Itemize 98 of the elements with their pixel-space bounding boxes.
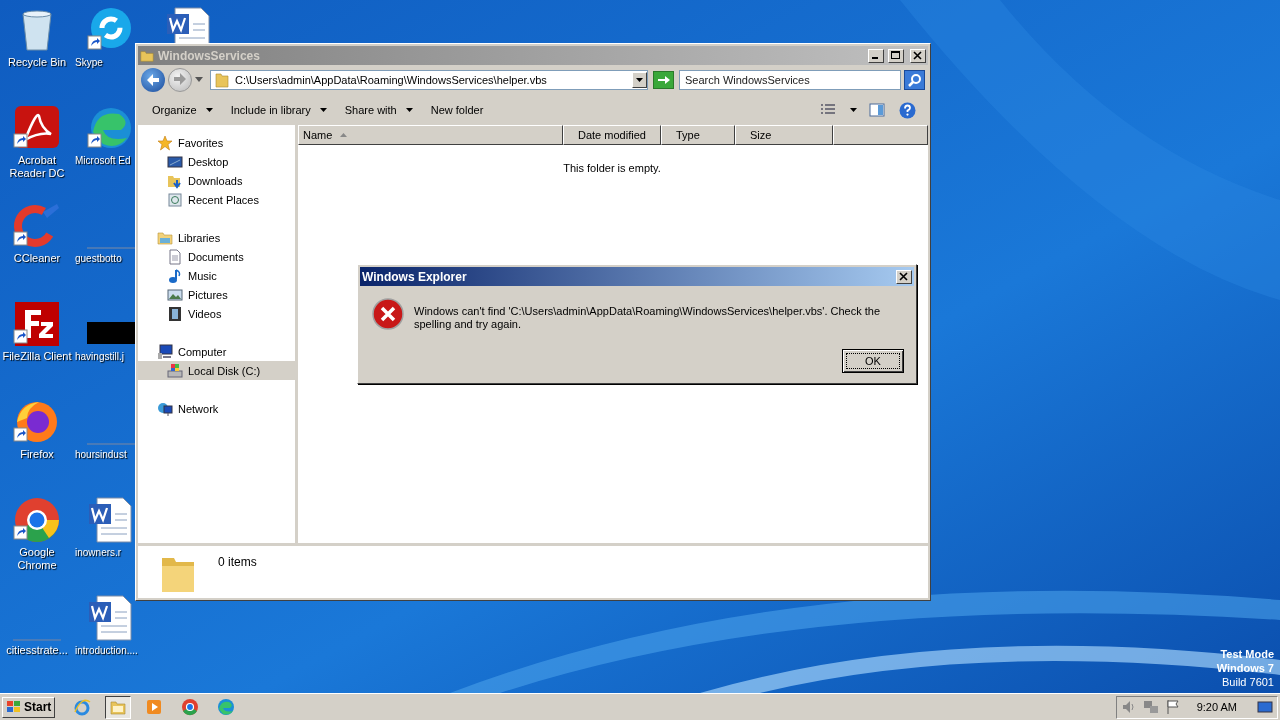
sidebar-item[interactable]: Network [138,399,295,418]
desktop-icon-label[interactable]: Acrobat Reader DC [1,154,73,180]
caret-icon [205,108,213,112]
column-header[interactable]: Date modified [563,125,661,145]
desktop-icon-label[interactable]: Recycle Bin [1,56,73,69]
folder-icon [109,698,128,716]
toolbar-button[interactable]: Include in library [222,101,335,119]
folder-icon [140,48,154,63]
desktop-icon-label[interactable]: inowners.r [75,546,122,559]
desktop-icon-label[interactable]: hoursindust [75,448,127,461]
go-button[interactable] [653,71,674,89]
caret-icon [319,108,327,112]
column-header[interactable]: Type [661,125,735,145]
ok-button[interactable]: OK [842,349,904,373]
browser-icon [73,698,92,716]
picture-icon [167,286,183,303]
column-header[interactable]: Size [735,125,833,145]
desktop-icon-label[interactable]: guestbotto [75,252,122,265]
app-icon[interactable] [13,300,61,348]
windows-logo-icon [6,700,22,714]
desktop-icon-label[interactable]: Skype [75,56,103,69]
search-icon [907,73,922,87]
app-icon[interactable] [13,202,61,250]
sidebar-item[interactable]: Libraries [138,228,295,247]
item-count: 0 items [218,555,257,569]
desktop-icon-label[interactable]: citiesstrate... [1,644,73,657]
film-icon [167,305,183,322]
close-icon [899,272,909,281]
taskbar-app-button[interactable] [105,695,132,719]
sidebar-item[interactable]: Local Disk (C:) [138,361,295,380]
app-icon[interactable] [13,496,61,544]
error-message: Windows can't find 'C:\Users\admin\AppData\Roaming\WindowsServices\helper.vbs'. Check the spelling and try again. [414,305,882,331]
address-field[interactable]: C:\Users\admin\AppData\Roaming\WindowsServices\helper.vbs [210,70,648,90]
back-button[interactable] [141,68,165,92]
browser-icon [181,698,200,716]
flag-icon[interactable] [1164,699,1181,715]
desktop-icon-label[interactable]: Microsoft Ed [75,154,131,167]
caret-icon [405,108,413,112]
dialog-title: Windows Explorer [362,269,468,284]
sidebar-item[interactable]: Music [138,266,295,285]
document-icon [167,248,183,265]
network-icon [157,400,173,417]
toolbar-button[interactable]: Share with [336,101,421,119]
dropdown-button[interactable] [632,72,647,88]
desktop-icon-label[interactable]: FileZilla Client [1,350,73,363]
sidebar-item[interactable]: Videos [138,304,295,323]
desktop-icon-label[interactable]: CCleaner [1,252,73,265]
os-build-text: Windows 7 [1216,661,1274,675]
sort-arrow-icon [340,133,348,137]
os-build-text: Test Mode [1220,647,1274,661]
sidebar-item[interactable]: Desktop [138,152,295,171]
show-desktop-icon[interactable] [1257,699,1273,715]
browser-icon [217,698,236,716]
help-icon[interactable] [899,101,916,119]
minimize-button[interactable] [868,48,884,63]
search-button[interactable] [904,70,925,90]
play-icon [145,698,164,716]
clock[interactable]: 9:20 AM [1196,701,1237,713]
arrow-icon [656,75,671,85]
desktop-icon-label[interactable]: Firefox [1,448,73,461]
monitor-icon [167,153,183,170]
error-icon [372,298,404,330]
sidebar-item[interactable]: Documents [138,247,295,266]
sidebar-item[interactable]: Recent Places [138,190,295,209]
maximize-icon [891,51,901,60]
sidebar-item[interactable]: Pictures [138,285,295,304]
sidebar-item[interactable]: Favorites [138,133,295,152]
column-header[interactable]: Name [298,125,563,145]
toolbar-button[interactable]: Organize [144,101,221,119]
computer-icon [157,343,173,360]
document-icon[interactable] [87,594,135,642]
sidebar-item[interactable]: Downloads [138,171,295,190]
window-title: WindowsServices [158,48,261,63]
forward-arrow-icon [174,72,186,85]
search-field[interactable]: Search WindowsServices [679,70,901,90]
desktop-icon-label[interactable]: introduction.... [75,644,138,657]
os-build-text: Build 7601 [1222,675,1274,689]
star-icon [157,134,173,151]
desktop-icon-label[interactable]: havingstill.j [75,350,124,363]
caret-icon[interactable] [850,108,857,112]
document-icon[interactable] [87,496,135,544]
maximize-button[interactable] [888,48,904,63]
view-list-icon[interactable] [820,103,836,117]
toolbar-button[interactable]: New folder [422,101,492,119]
sidebar-item[interactable]: Computer [138,342,295,361]
folder-icon [215,72,229,88]
drive-icon [167,362,183,379]
music-note-icon [167,267,183,284]
preview-pane-icon[interactable] [869,102,885,118]
start-button[interactable]: Start [2,696,56,718]
close-button[interactable] [910,48,926,63]
recent-places-icon [167,191,183,208]
close-button[interactable] [896,269,912,284]
desktop-icon-label[interactable]: Google Chrome [1,546,73,572]
close-icon [913,51,923,60]
caret-icon [636,78,643,82]
library-folder-icon [157,229,173,246]
empty-folder-message: This folder is empty. [563,162,661,174]
